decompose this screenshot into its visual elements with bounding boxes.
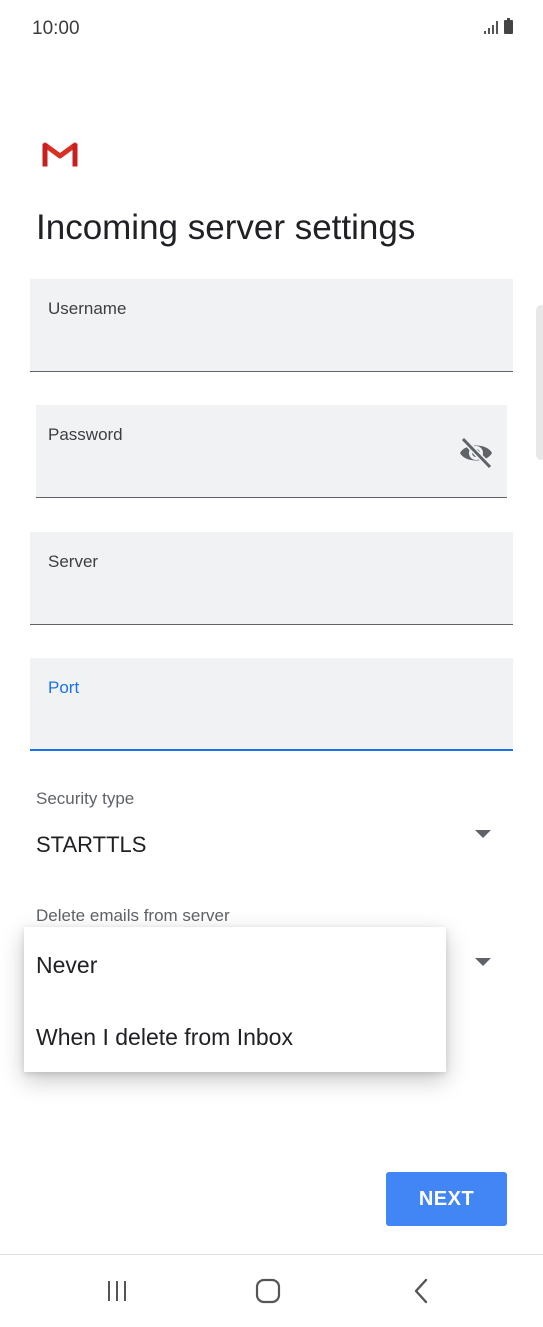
page-title: Incoming server settings [36,208,416,247]
delete-emails-menu: Never When I delete from Inbox [24,927,446,1072]
gmail-logo-icon [42,142,78,167]
security-type-dropdown[interactable]: STARTTLS [30,815,513,875]
security-type-value: STARTTLS [36,832,147,857]
server-input[interactable] [48,580,495,612]
battery-icon [504,18,513,34]
password-input[interactable] [48,453,451,485]
delete-emails-label: Delete emails from server [36,906,230,925]
username-label: Username [48,299,127,318]
signal-icon [484,20,498,34]
next-button[interactable]: NEXT [386,1172,507,1226]
port-label: Port [48,678,80,697]
edge-panel-handle[interactable] [536,305,543,460]
password-label: Password [48,425,123,444]
server-label: Server [48,552,99,571]
home-icon [255,1278,281,1304]
security-type-label: Security type [36,789,135,808]
chevron-down-icon [475,830,491,838]
back-icon [414,1278,428,1304]
recents-icon [108,1281,126,1301]
menu-item-when-delete-inbox[interactable]: When I delete from Inbox [36,1024,293,1051]
port-field[interactable]: Port [30,658,513,751]
password-field[interactable]: Password [36,405,507,498]
username-input[interactable] [48,327,495,359]
menu-item-never[interactable]: Never [36,952,97,979]
visibility-off-icon[interactable] [457,435,495,471]
server-field[interactable]: Server [30,532,513,625]
status-icons [484,18,513,34]
back-button[interactable] [401,1273,441,1309]
status-time: 10:00 [32,18,80,39]
port-input[interactable] [48,706,495,738]
recents-button[interactable] [97,1273,137,1309]
navigation-bar [0,1254,543,1327]
home-button[interactable] [248,1273,288,1309]
chevron-down-icon [475,958,491,966]
username-field[interactable]: Username [30,279,513,372]
